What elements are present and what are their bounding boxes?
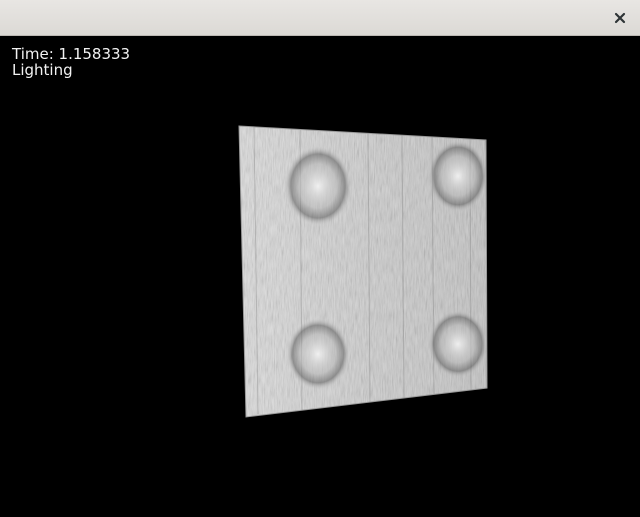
render-mode-label: Lighting: [12, 61, 73, 79]
close-button[interactable]: [608, 6, 632, 30]
close-icon: [614, 12, 626, 24]
window-titlebar[interactable]: [0, 0, 640, 36]
application-window: Time: 1.158333 Lighting: [0, 0, 640, 517]
render-viewport[interactable]: Time: 1.158333 Lighting: [0, 36, 640, 517]
time-readout: Time: 1.158333: [12, 45, 131, 63]
lit-surface-render: [238, 125, 488, 418]
hud-overlay: Time: 1.158333 Lighting: [12, 46, 130, 78]
